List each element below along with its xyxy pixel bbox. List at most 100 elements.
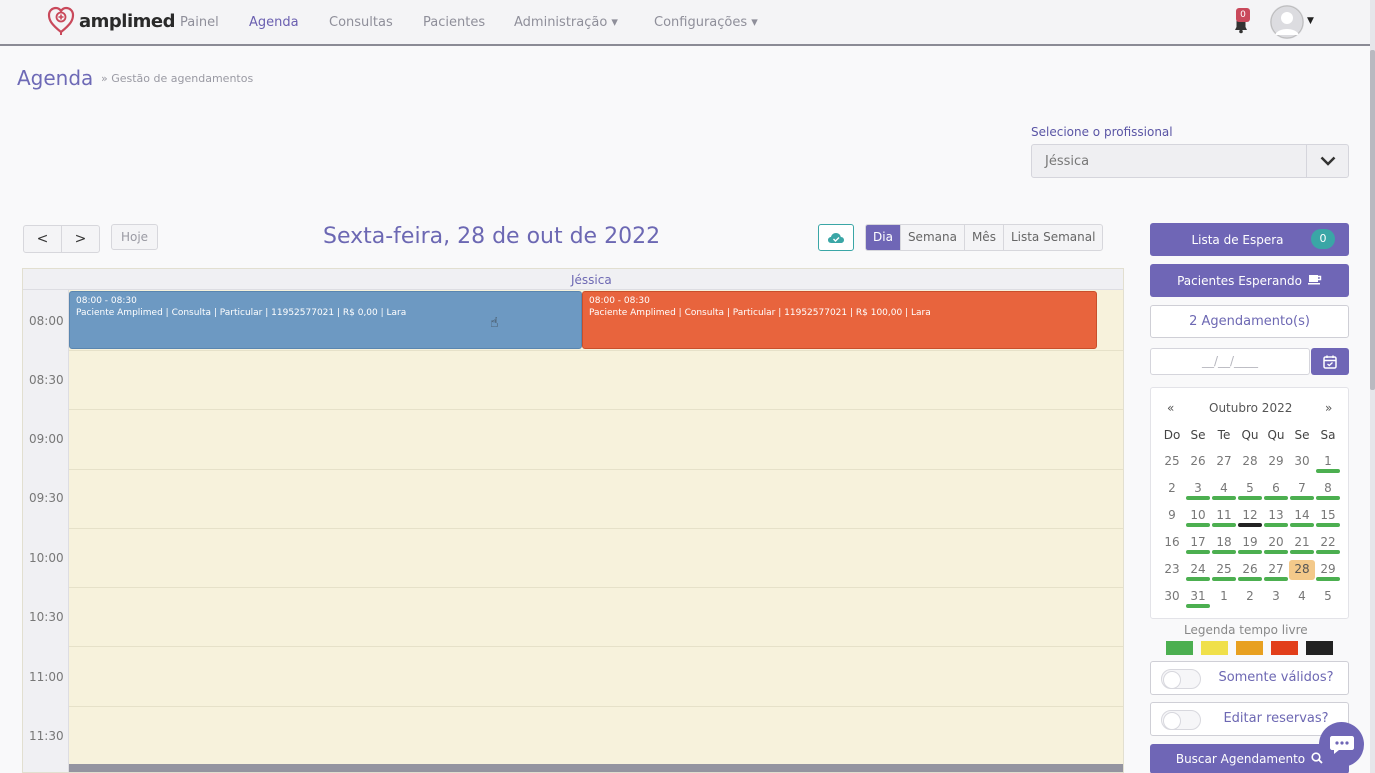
mini-calendar-day[interactable]: 15 [1315,506,1341,527]
mini-calendar-day-selected[interactable]: 28 [1289,560,1315,580]
mini-calendar-day[interactable]: 22 [1315,533,1341,554]
edit-reserves-toggle[interactable] [1161,710,1201,730]
mini-calendar-day[interactable]: 23 [1159,560,1185,580]
edit-reserves-toggle-row[interactable]: Editar reservas? [1150,702,1349,736]
mini-calendar-day[interactable]: 21 [1289,533,1315,554]
nav-item-configuracoes[interactable]: Configurações ▾ [654,15,758,30]
avatar[interactable] [1270,5,1304,39]
day-number: 14 [1294,508,1310,522]
mini-calendar-day[interactable]: 25 [1159,452,1185,472]
only-valid-toggle-row[interactable]: Somente válidos? [1150,661,1349,695]
patients-waiting-button[interactable]: Pacientes Esperando [1150,264,1349,297]
mini-calendar-day[interactable]: 31 [1185,587,1211,608]
mini-calendar-day[interactable]: 18 [1211,533,1237,554]
availability-indicator [1316,550,1340,554]
waitlist-button[interactable]: Lista de Espera 0 [1150,223,1349,256]
nav-item-administracao[interactable]: Administração ▾ [514,15,618,30]
edit-reserves-label: Editar reservas? [1223,711,1329,726]
mini-calendar-day[interactable]: 26 [1237,560,1263,581]
mini-calendar-day[interactable]: 29 [1263,452,1289,472]
page-scrollbar[interactable] [1370,0,1375,773]
only-valid-toggle[interactable] [1161,669,1201,689]
waitlist-label: Lista de Espera [1191,232,1284,247]
view-weekly-list-button[interactable]: Lista Semanal [1004,225,1102,250]
mini-calendar-day[interactable]: 2 [1159,479,1185,499]
mini-calendar-day[interactable]: 30 [1289,452,1315,472]
mini-calendar-day[interactable]: 4 [1289,587,1315,607]
chat-button[interactable] [1319,722,1364,767]
mini-calendar-day[interactable]: 24 [1185,560,1211,581]
mini-calendar-month[interactable]: Outubro 2022 [1209,401,1292,415]
date-title: Sexta-feira, 28 de out de 2022 [323,224,661,249]
mini-calendar-day[interactable]: 27 [1263,560,1289,581]
mini-calendar-day[interactable]: 6 [1263,479,1289,500]
patients-waiting-label: Pacientes Esperando [1177,273,1302,288]
mini-calendar-day[interactable]: 19 [1237,533,1263,554]
slot-divider [69,528,1123,529]
mini-calendar-day[interactable]: 20 [1263,533,1289,554]
day-number: 20 [1268,535,1284,549]
weekday-label: Te [1217,428,1231,442]
prev-day-button[interactable]: < [24,226,62,252]
mini-calendar-day[interactable]: 30 [1159,587,1185,607]
mini-calendar-day[interactable]: 3 [1185,479,1211,500]
scrollbar-thumb[interactable] [1370,50,1375,390]
view-month-button[interactable]: Mês [965,225,1004,250]
day-number: 24 [1190,562,1206,576]
mini-calendar-day[interactable]: 5 [1237,479,1263,500]
mini-calendar-day[interactable]: 3 [1263,587,1289,607]
day-number: 13 [1268,508,1284,522]
mini-calendar-day[interactable]: 29 [1315,560,1341,581]
brand-logo[interactable]: amplimed [47,6,175,36]
availability-indicator [1264,577,1288,581]
availability-indicator [1316,469,1340,473]
mini-calendar-next[interactable]: » [1325,401,1332,415]
mini-calendar-day[interactable]: 17 [1185,533,1211,554]
professional-value: Jéssica [1045,154,1090,169]
calendar-button[interactable] [1311,348,1349,375]
mini-calendar-day[interactable]: 27 [1211,452,1237,472]
mini-calendar-day[interactable]: 14 [1289,506,1315,527]
mini-calendar-day[interactable]: 26 [1185,452,1211,472]
nav-item-agenda[interactable]: Agenda [249,15,299,30]
mini-calendar-day[interactable]: 4 [1211,479,1237,500]
view-week-button[interactable]: Semana [901,225,965,250]
day-number: 1 [1220,589,1228,603]
nav-item-pacientes[interactable]: Pacientes [423,15,485,30]
appointment-event[interactable]: 08:00 - 08:30 Paciente Amplimed | Consul… [582,291,1097,349]
day-number: 1 [1324,454,1332,468]
mini-calendar-day[interactable]: 16 [1159,533,1185,553]
mini-calendar-day[interactable]: 1 [1211,587,1237,607]
appointments-count-button[interactable]: 2 Agendamento(s) [1150,305,1349,338]
nav-item-consultas[interactable]: Consultas [329,15,393,30]
mini-calendar-day[interactable]: 9 [1159,506,1185,526]
mini-calendar-day[interactable]: 5 [1315,587,1341,607]
appointment-event[interactable]: 08:00 - 08:30 Paciente Amplimed | Consul… [69,291,582,349]
date-input[interactable]: __/__/____ [1150,348,1310,375]
only-valid-label: Somente válidos? [1218,670,1334,685]
next-day-button[interactable]: > [62,226,99,252]
chevron-down-icon[interactable] [1306,145,1348,177]
mini-calendar-day[interactable]: 13 [1263,506,1289,527]
calendar-column-header: Jéssica [23,269,1123,290]
mini-calendar-day[interactable]: 2 [1237,587,1263,607]
day-number: 17 [1190,535,1206,549]
view-day-button[interactable]: Dia [866,225,901,250]
mini-calendar-day[interactable]: 1 [1315,452,1341,473]
mini-calendar-day[interactable]: 8 [1315,479,1341,500]
chevron-down-icon[interactable]: ▼ [1307,16,1314,26]
legend-swatch [1271,641,1298,655]
mini-calendar-prev[interactable]: « [1167,401,1174,415]
mini-calendar-day[interactable]: 7 [1289,479,1315,500]
cloud-sync-button[interactable] [818,224,854,251]
today-button[interactable]: Hoje [111,224,158,250]
event-time: 08:00 - 08:30 [589,296,650,306]
availability-indicator [1238,577,1262,581]
mini-calendar-day[interactable]: 10 [1185,506,1211,527]
nav-item-painel[interactable]: Painel [180,15,219,30]
mini-calendar-day[interactable]: 11 [1211,506,1237,527]
professional-select[interactable]: Jéssica [1031,144,1349,178]
mini-calendar-day[interactable]: 25 [1211,560,1237,581]
mini-calendar-day[interactable]: 28 [1237,452,1263,472]
mini-calendar-day[interactable]: 12 [1237,506,1263,527]
